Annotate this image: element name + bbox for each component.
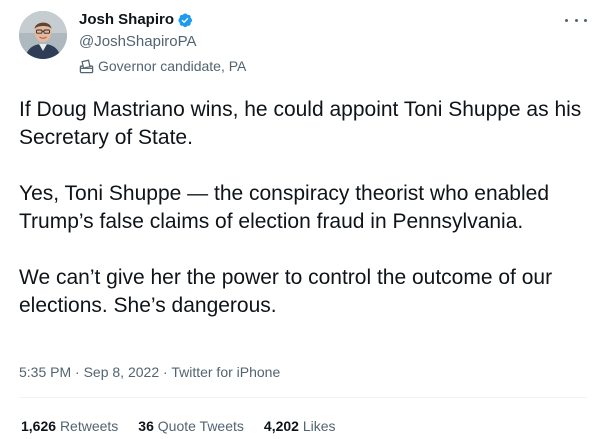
quote-tweets-count: 36	[138, 418, 154, 434]
likes-label: Likes	[302, 418, 336, 434]
quote-tweets-label: Quote Tweets	[157, 418, 244, 434]
tweet-header: Josh Shapiro @JoshShapiroPA Governor can…	[79, 10, 246, 76]
avatar-photo	[19, 11, 67, 59]
more-options-icon[interactable]	[565, 12, 587, 28]
retweets-stat[interactable]: 1,626 Retweets	[21, 416, 118, 436]
likes-stat[interactable]: 4,202 Likes	[264, 416, 336, 436]
ballot-box-icon	[79, 59, 94, 74]
name-row: Josh Shapiro	[79, 10, 246, 30]
retweets-count: 1,626	[21, 418, 57, 434]
tweet-time[interactable]: 5:35 PM	[19, 364, 71, 380]
tweet-date[interactable]: Sep 8, 2022	[84, 364, 160, 380]
affiliation-label: Governor candidate, PA	[79, 56, 246, 76]
tweet-paragraph: Yes, Toni Shuppe — the conspiracy theori…	[19, 182, 550, 233]
retweets-label: Retweets	[59, 418, 119, 434]
tweet-meta: 5:35 PM · Sep 8, 2022 · Twitter for iPho…	[19, 362, 280, 382]
tweet-paragraph: If Doug Mastriano wins, he could appoint…	[19, 98, 582, 149]
tweet-source[interactable]: Twitter for iPhone	[171, 364, 280, 380]
tweet-text: If Doug Mastriano wins, he could appoint…	[19, 96, 589, 348]
avatar[interactable]	[19, 11, 67, 59]
meta-separator: ·	[163, 364, 168, 380]
author-name[interactable]: Josh Shapiro	[79, 10, 174, 30]
likes-count: 4,202	[263, 418, 299, 434]
meta-separator: ·	[75, 364, 80, 380]
label-text: Governor candidate, PA	[98, 58, 247, 74]
engagement-stats: 1,626 Retweets 36 Quote Tweets 4,202 Lik…	[21, 416, 336, 436]
author-handle[interactable]: @JoshShapiroPA	[79, 32, 246, 52]
tweet-paragraph: We can’t give her the power to control t…	[19, 266, 553, 317]
verified-badge-icon	[177, 12, 193, 28]
tweet-card: Josh Shapiro @JoshShapiroPA Governor can…	[0, 0, 605, 439]
divider	[19, 397, 587, 398]
quote-tweets-stat[interactable]: 36 Quote Tweets	[138, 416, 244, 436]
